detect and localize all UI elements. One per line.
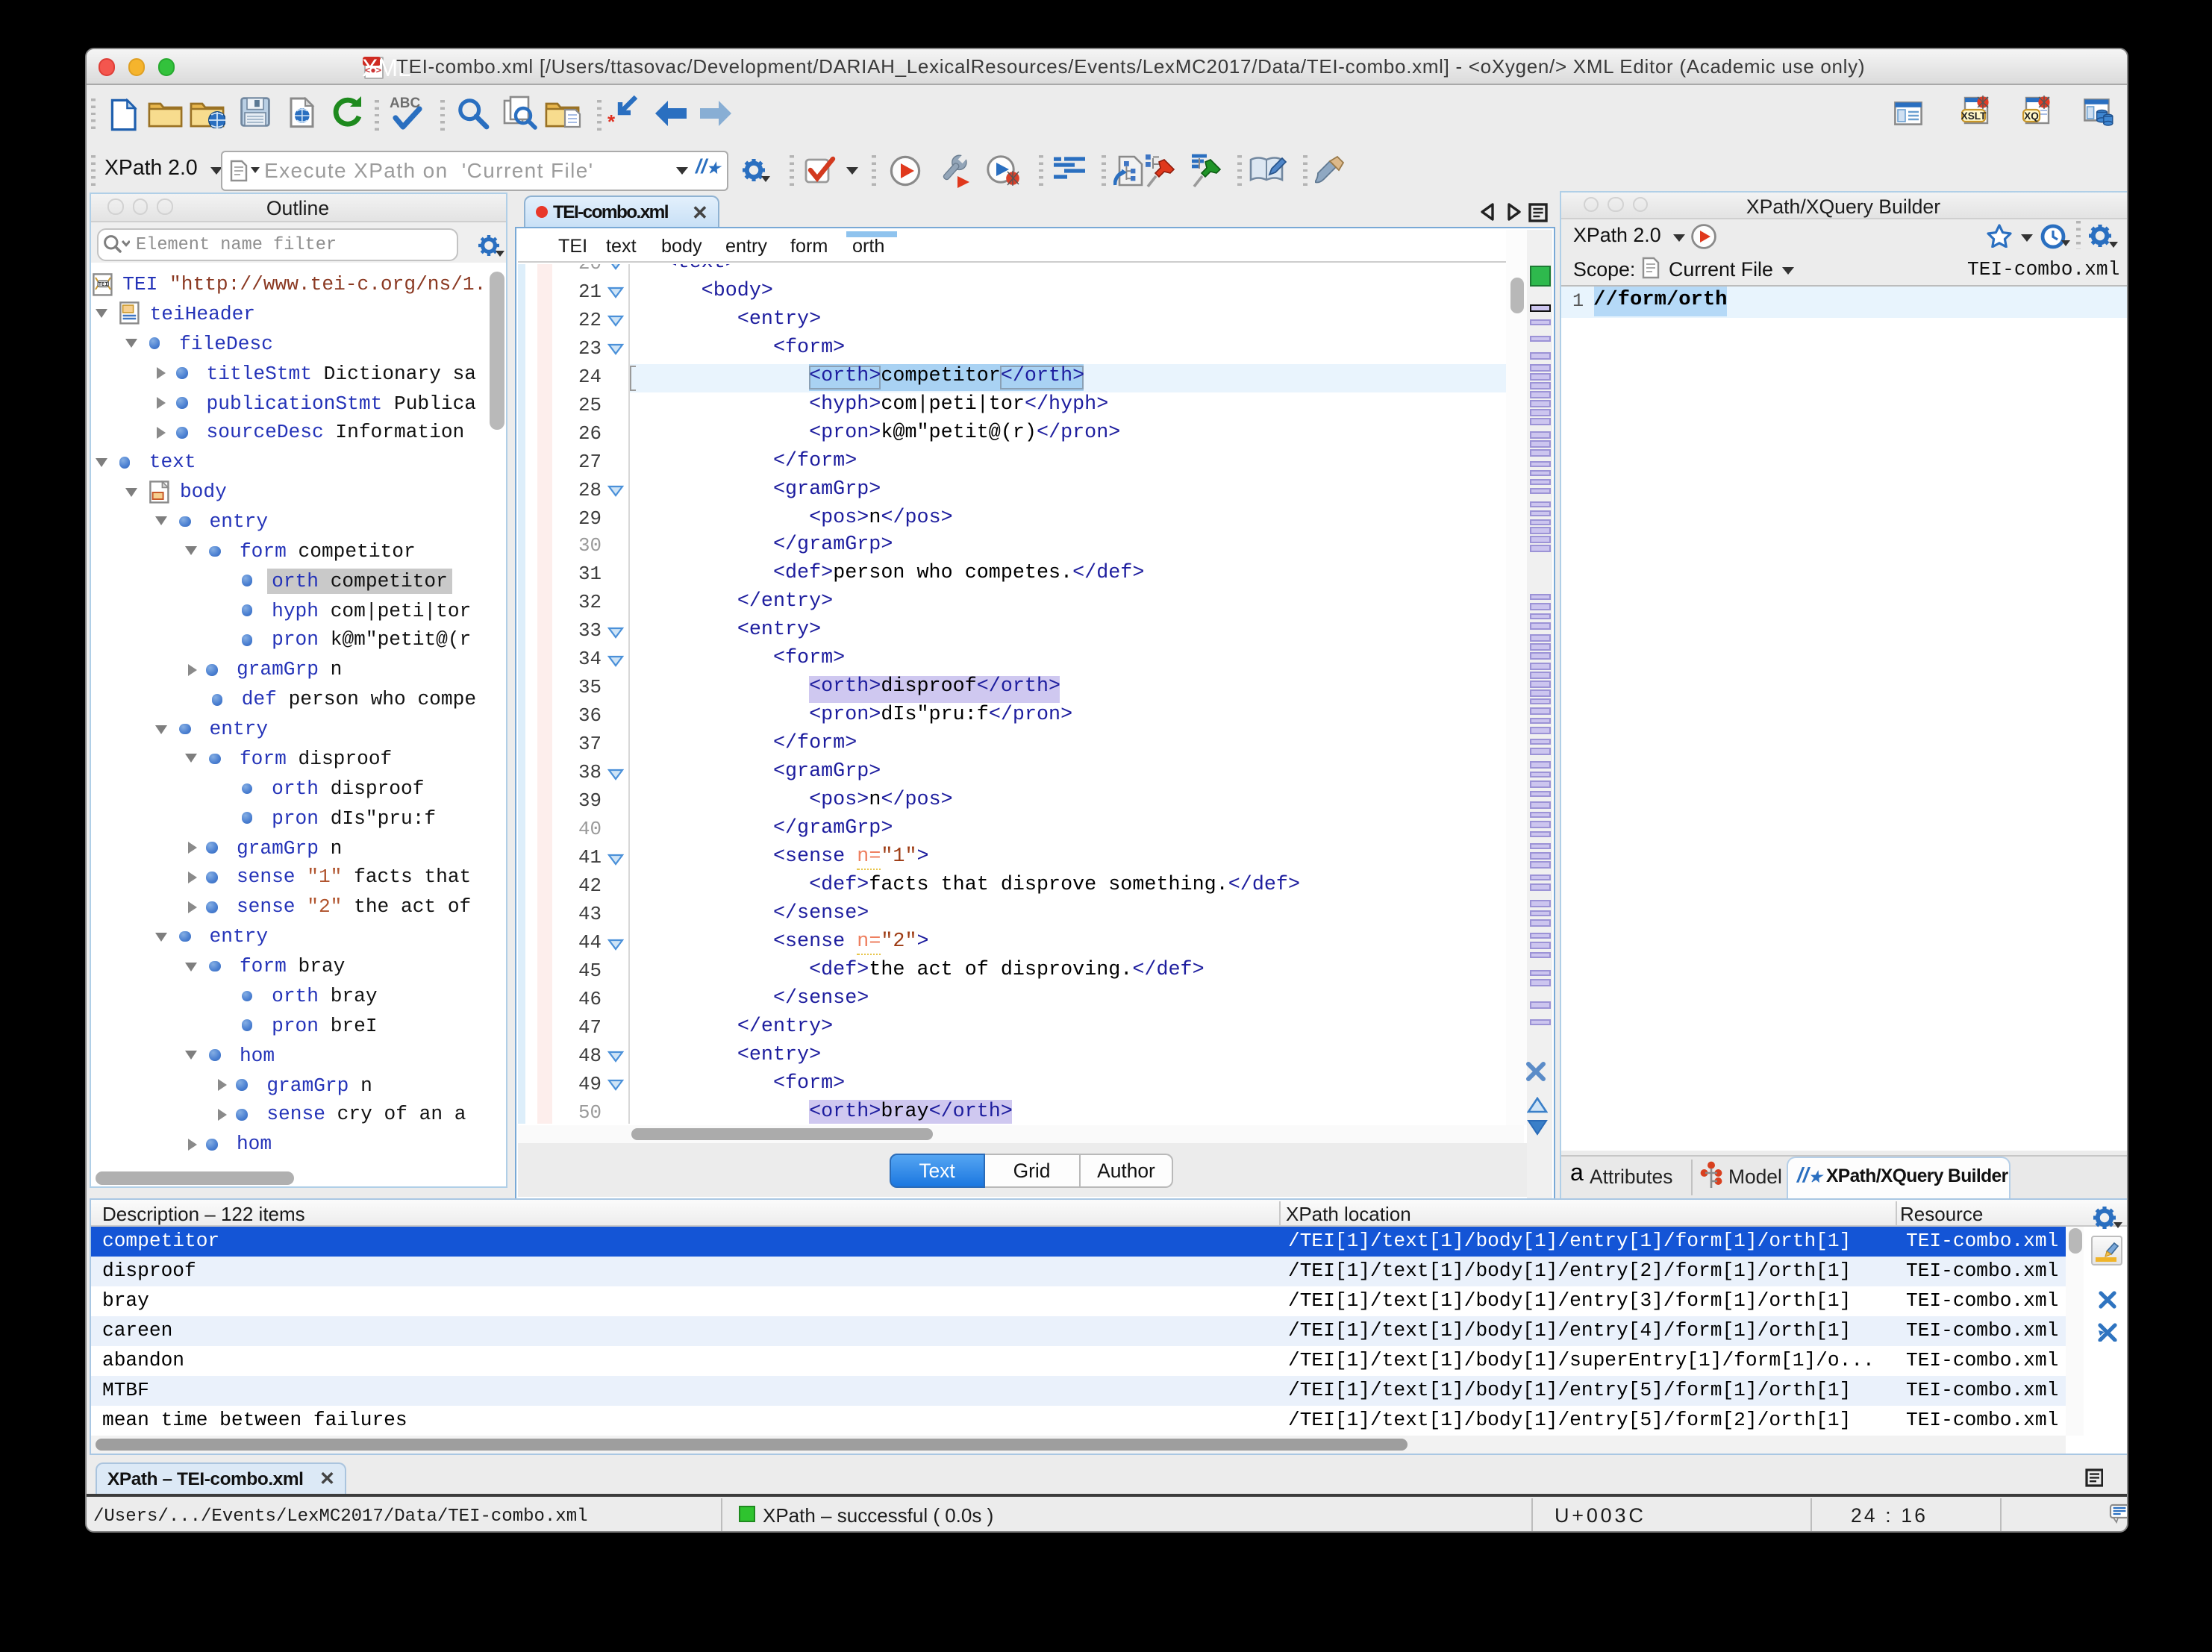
svg-text:*: * bbox=[607, 110, 616, 129]
svg-text:TEI: TEI bbox=[98, 281, 107, 287]
svg-text:ABC: ABC bbox=[390, 96, 420, 111]
svg-text:XSLT: XSLT bbox=[1961, 110, 1987, 121]
svg-text:XQ: XQ bbox=[2024, 110, 2039, 121]
